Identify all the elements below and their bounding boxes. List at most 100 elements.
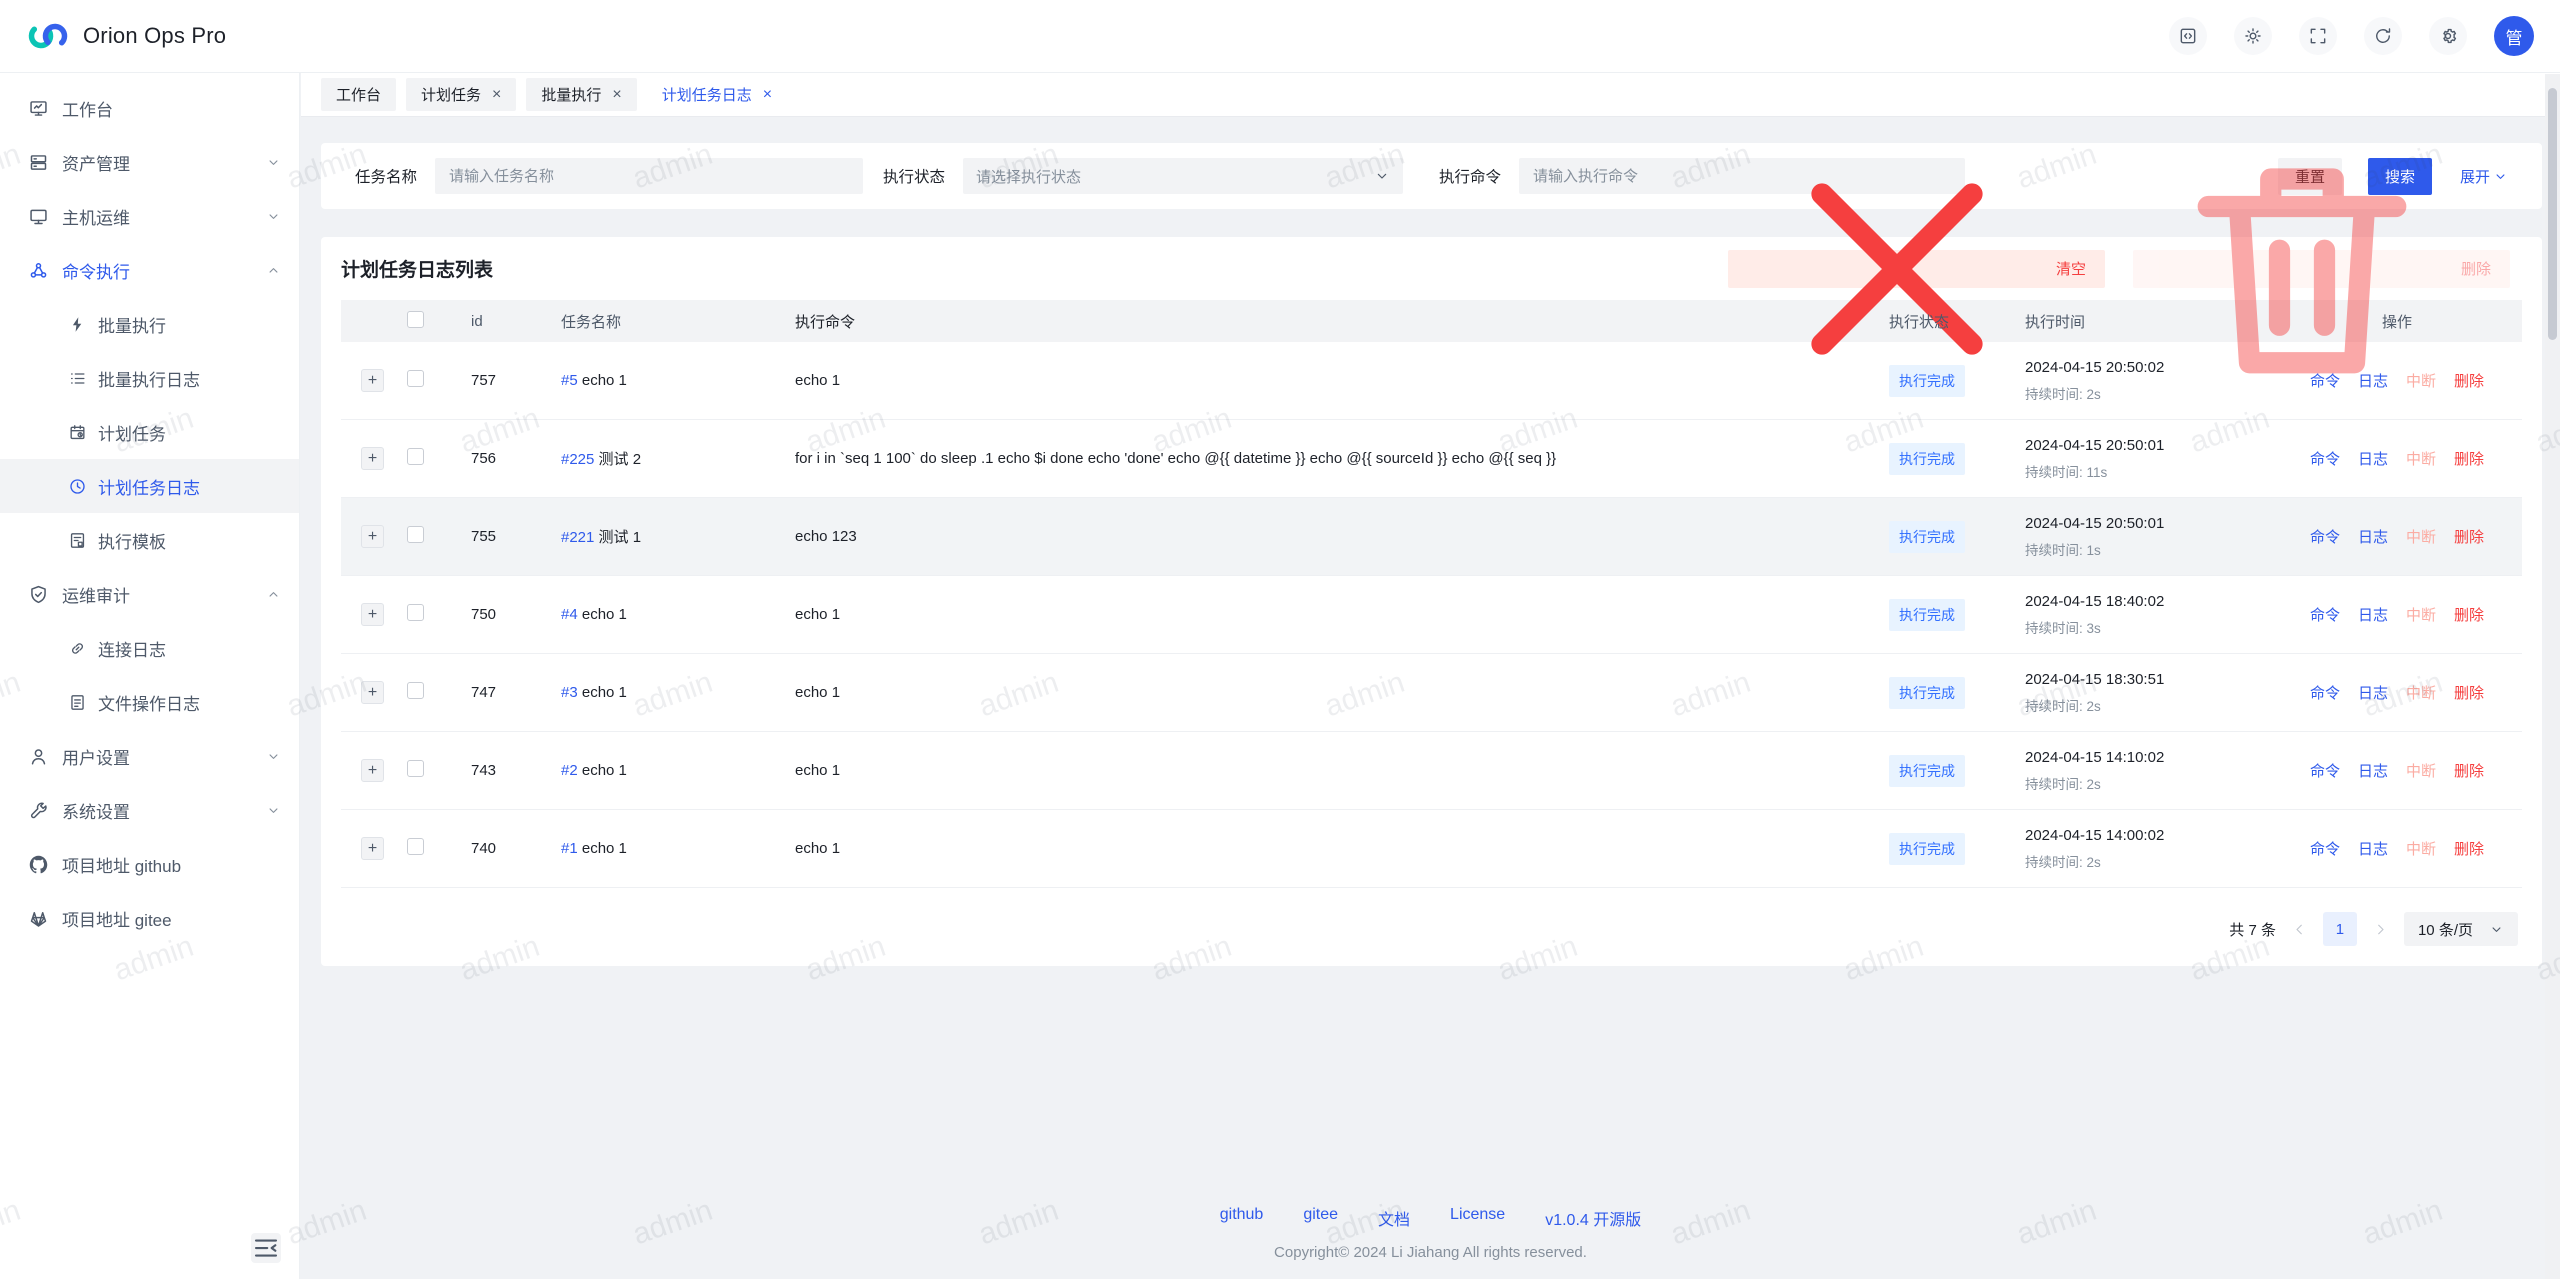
refresh-icon-button[interactable] [2364, 17, 2402, 55]
sidebar-item-10[interactable]: 连接日志 [0, 621, 299, 675]
sidebar-item-0[interactable]: 工作台 [0, 81, 299, 135]
sidebar-item-label: 文件操作日志 [98, 690, 200, 715]
table-row: + 756 #225 测试 2 for i in `seq 1 100` do … [341, 420, 2522, 498]
close-tab-icon[interactable]: × [763, 87, 772, 103]
action-command-link[interactable]: 命令 [2310, 760, 2340, 781]
sidebar-item-14[interactable]: 项目地址 github [0, 837, 299, 891]
action-interrupt-link[interactable]: 中断 [2406, 448, 2436, 469]
action-delete-link[interactable]: 删除 [2454, 760, 2484, 781]
next-page-button[interactable] [2372, 921, 2389, 938]
user-avatar[interactable]: 管 [2494, 16, 2534, 56]
task-ref-link[interactable]: #2 [561, 762, 578, 779]
footer-link-0[interactable]: github [1220, 1206, 1264, 1230]
sidebar-item-3[interactable]: 命令执行 [0, 243, 299, 297]
task-ref-link[interactable]: #1 [561, 840, 578, 857]
sidebar-item-11[interactable]: 文件操作日志 [0, 675, 299, 729]
action-command-link[interactable]: 命令 [2310, 682, 2340, 703]
task-ref-link[interactable]: #4 [561, 606, 578, 623]
action-delete-link[interactable]: 删除 [2454, 370, 2484, 391]
task-ref-link[interactable]: #225 [561, 451, 594, 468]
expand-filters-link[interactable]: 展开 [2460, 166, 2508, 187]
action-interrupt-link[interactable]: 中断 [2406, 526, 2436, 547]
footer-link-2[interactable]: 文档 [1378, 1206, 1410, 1230]
action-log-link[interactable]: 日志 [2358, 448, 2388, 469]
scrollbar-thumb[interactable] [2548, 88, 2557, 340]
action-delete-link[interactable]: 删除 [2454, 448, 2484, 469]
action-command-link[interactable]: 命令 [2310, 526, 2340, 547]
settings-icon-button[interactable] [2429, 17, 2467, 55]
current-page[interactable]: 1 [2323, 912, 2357, 946]
row-checkbox[interactable] [407, 526, 424, 543]
task-ref-link[interactable]: #221 [561, 529, 594, 546]
row-checkbox[interactable] [407, 682, 424, 699]
sidebar-item-2[interactable]: 主机运维 [0, 189, 299, 243]
footer-link-4[interactable]: v1.0.4 开源版 [1545, 1206, 1641, 1230]
row-checkbox[interactable] [407, 760, 424, 777]
expand-row-button[interactable]: + [361, 525, 384, 548]
code-square-icon-button[interactable] [2169, 17, 2207, 55]
row-checkbox[interactable] [407, 370, 424, 387]
action-delete-link[interactable]: 删除 [2454, 526, 2484, 547]
exec-status-select[interactable]: 请选择执行状态 [963, 158, 1403, 194]
sidebar-item-13[interactable]: 系统设置 [0, 783, 299, 837]
close-tab-icon[interactable]: × [612, 87, 621, 103]
tab-bar: 工作台 计划任务 × 批量执行 × 计划任务日志 × [301, 73, 2560, 117]
task-name-input[interactable] [435, 158, 863, 194]
action-interrupt-link[interactable]: 中断 [2406, 838, 2436, 859]
task-ref-link[interactable]: #5 [561, 372, 578, 389]
tab-3[interactable]: 计划任务日志 × [647, 78, 787, 111]
sidebar-item-12[interactable]: 用户设置 [0, 729, 299, 783]
sidebar-item-8[interactable]: 执行模板 [0, 513, 299, 567]
sidebar-item-15[interactable]: 项目地址 gitee [0, 891, 299, 945]
action-interrupt-link[interactable]: 中断 [2406, 682, 2436, 703]
sidebar-item-4[interactable]: 批量执行 [0, 297, 299, 351]
sidebar-item-1[interactable]: 资产管理 [0, 135, 299, 189]
row-checkbox[interactable] [407, 604, 424, 621]
expand-row-button[interactable]: + [361, 603, 384, 626]
app-logo[interactable]: Orion Ops Pro [0, 19, 226, 53]
action-log-link[interactable]: 日志 [2358, 604, 2388, 625]
theme-icon-button[interactable] [2234, 17, 2272, 55]
sidebar-item-7[interactable]: 计划任务日志 [0, 459, 299, 513]
sidebar-item-9[interactable]: 运维审计 [0, 567, 299, 621]
expand-row-button[interactable]: + [361, 369, 384, 392]
expand-row-button[interactable]: + [361, 759, 384, 782]
page-size-value: 10 条/页 [2418, 919, 2473, 940]
action-command-link[interactable]: 命令 [2310, 448, 2340, 469]
row-checkbox[interactable] [407, 838, 424, 855]
task-ref-link[interactable]: #3 [561, 684, 578, 701]
action-delete-link[interactable]: 删除 [2454, 604, 2484, 625]
action-log-link[interactable]: 日志 [2358, 838, 2388, 859]
expand-row-button[interactable]: + [361, 447, 384, 470]
action-command-link[interactable]: 命令 [2310, 604, 2340, 625]
tab-1[interactable]: 计划任务 × [406, 78, 516, 111]
tab-2[interactable]: 批量执行 × [526, 78, 636, 111]
sidebar-item-5[interactable]: 批量执行日志 [0, 351, 299, 405]
action-interrupt-link[interactable]: 中断 [2406, 604, 2436, 625]
footer-link-1[interactable]: gitee [1303, 1206, 1338, 1230]
action-log-link[interactable]: 日志 [2358, 760, 2388, 781]
fullscreen-icon-button[interactable] [2299, 17, 2337, 55]
sidebar-item-6[interactable]: 计划任务 [0, 405, 299, 459]
page-scrollbar[interactable] [2545, 74, 2560, 1279]
select-all-checkbox[interactable] [407, 311, 424, 328]
status-badge: 执行完成 [1889, 599, 1965, 631]
action-command-link[interactable]: 命令 [2310, 838, 2340, 859]
clear-button[interactable]: 清空 [1728, 250, 2105, 288]
page-size-select[interactable]: 10 条/页 [2404, 912, 2518, 946]
sidebar-collapse-button[interactable] [251, 1233, 281, 1263]
footer-link-3[interactable]: License [1450, 1206, 1505, 1230]
delete-button[interactable]: 删除 [2133, 250, 2510, 288]
expand-row-button[interactable]: + [361, 837, 384, 860]
tab-0[interactable]: 工作台 [321, 78, 396, 111]
action-log-link[interactable]: 日志 [2358, 682, 2388, 703]
expand-row-button[interactable]: + [361, 681, 384, 704]
action-interrupt-link[interactable]: 中断 [2406, 760, 2436, 781]
row-checkbox[interactable] [407, 448, 424, 465]
row-id: 750 [451, 606, 541, 623]
action-delete-link[interactable]: 删除 [2454, 682, 2484, 703]
prev-page-button[interactable] [2291, 921, 2308, 938]
action-delete-link[interactable]: 删除 [2454, 838, 2484, 859]
close-tab-icon[interactable]: × [492, 87, 501, 103]
action-log-link[interactable]: 日志 [2358, 526, 2388, 547]
